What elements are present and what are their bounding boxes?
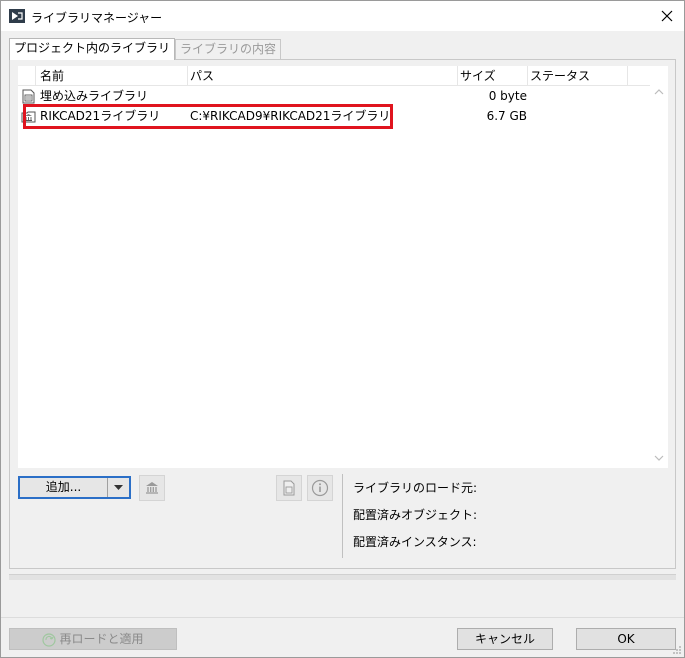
app-icon (9, 9, 25, 23)
reload-icon (42, 632, 57, 647)
column-header-status[interactable]: ステータス (528, 66, 628, 86)
library-row-rikcad21[interactable]: RIKCAD21ライブラリ C:¥RIKCAD9¥RIKCAD21ライブラリ 6… (18, 106, 650, 126)
reload-apply-label: 再ロードと適用 (59, 632, 144, 646)
column-header-icon (18, 66, 36, 86)
chevron-down-icon (114, 485, 123, 490)
footer-divider (1, 617, 684, 618)
library-list[interactable]: 名前 パス サイズ ステータス 埋め込みライブラリ 0 byte RIKCAD2… (18, 66, 668, 468)
scroll-down-icon[interactable] (653, 454, 665, 464)
library-row-embedded[interactable]: 埋め込みライブラリ 0 byte (18, 86, 650, 106)
list-scrollbar[interactable] (650, 66, 668, 468)
placed-objects-label: 配置済みオブジェクト: (353, 508, 478, 522)
scroll-up-icon[interactable] (653, 88, 665, 98)
embedded-library-icon (22, 89, 35, 104)
placed-instances-label: 配置済みインスタンス: (353, 535, 477, 549)
column-header-size[interactable]: サイズ (458, 66, 528, 86)
library-name: RIKCAD21ライブラリ (40, 109, 161, 123)
resize-grip-icon[interactable] (672, 645, 682, 655)
libraries-panel: 名前 パス サイズ ステータス 埋め込みライブラリ 0 byte RIKCAD2… (9, 59, 676, 569)
info-button[interactable] (307, 475, 333, 501)
library-building-icon (146, 482, 158, 494)
close-icon (661, 10, 673, 22)
library-folder-icon (21, 111, 36, 123)
library-size: 0 byte (488, 89, 527, 103)
controls-divider (342, 474, 343, 558)
library-name: 埋め込みライブラリ (40, 89, 149, 103)
library-report-button[interactable] (276, 475, 302, 501)
add-button[interactable]: 追加... (20, 478, 108, 497)
library-manager-window: ライブラリマネージャー プロジェクト内のライブラリ ライブラリの内容 名前 パス… (0, 0, 685, 658)
add-dropdown-button[interactable] (108, 478, 129, 497)
tab-library-contents[interactable]: ライブラリの内容 (175, 39, 282, 60)
document-icon (283, 480, 295, 496)
title-bar: ライブラリマネージャー (1, 1, 684, 31)
reload-apply-button[interactable]: 再ロードと適用 (9, 628, 177, 650)
tab-bar: プロジェクト内のライブラリ ライブラリの内容 (9, 38, 282, 60)
info-icon (311, 479, 329, 497)
ok-button[interactable]: OK (576, 628, 676, 650)
progress-strip (9, 574, 676, 580)
close-button[interactable] (654, 3, 680, 29)
cancel-button[interactable]: キャンセル (457, 628, 553, 650)
library-path: C:¥RIKCAD9¥RIKCAD21ライブラリ (190, 109, 391, 123)
list-header: 名前 パス サイズ ステータス (18, 66, 650, 86)
remove-library-button[interactable] (139, 475, 165, 501)
library-size: 6.7 GB (486, 109, 527, 123)
tab-project-libraries[interactable]: プロジェクト内のライブラリ (9, 38, 176, 60)
add-split-button: 追加... (18, 476, 131, 499)
column-header-path[interactable]: パス (188, 66, 458, 86)
column-header-name[interactable]: 名前 (36, 66, 188, 86)
load-source-label: ライブラリのロード元: (353, 481, 478, 495)
window-title: ライブラリマネージャー (31, 11, 163, 25)
